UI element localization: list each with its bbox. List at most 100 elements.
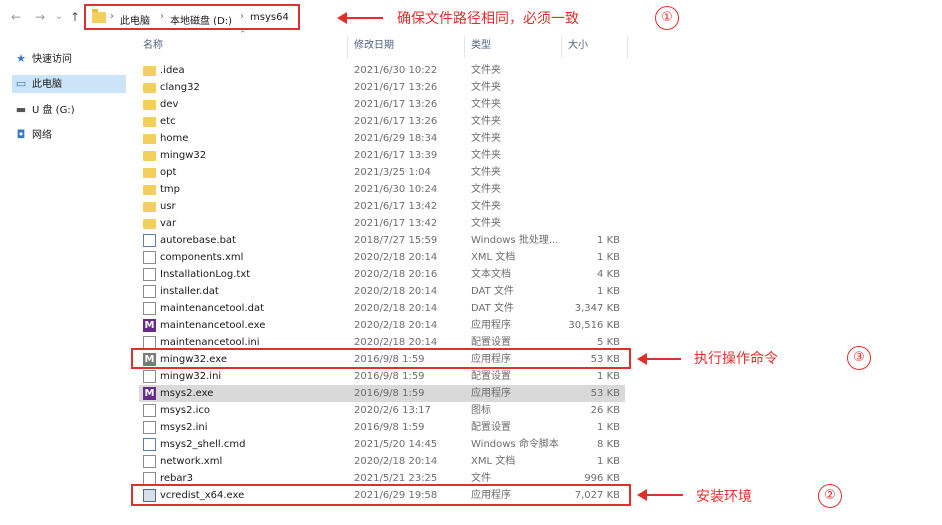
address-toolbar: ← → ⌄ ↑ › 此电脑 › 本地磁盘 (D:) › msys64 确保文件路…	[0, 0, 942, 34]
sidebar-item-this-pc[interactable]: ▭ 此电脑	[12, 75, 126, 93]
file-type: 应用程序	[471, 388, 511, 399]
folder-icon	[92, 9, 106, 23]
file-icon	[143, 251, 156, 264]
file-name: tmp	[160, 184, 181, 195]
file-row[interactable]: Mmaintenancetool.exe 2020/2/18 20:14 应用程序 3…	[139, 317, 625, 334]
file-type: XML 文档	[471, 252, 516, 263]
file-row[interactable]: network.xml 2020/2/18 20:14 XML 文档 1 KB	[139, 453, 625, 470]
address-bar[interactable]: › 此电脑 › 本地磁盘 (D:) › msys64	[84, 4, 300, 30]
column-divider[interactable]	[464, 36, 465, 58]
file-row[interactable]: clang32 2021/6/17 13:26 文件夹	[139, 79, 625, 96]
file-type: 文本文档	[471, 269, 511, 280]
column-divider[interactable]	[347, 36, 348, 58]
file-size: 1 KB	[597, 235, 620, 246]
file-row[interactable]: mingw32.ini 2016/9/8 1:59 配置设置 1 KB	[139, 368, 625, 385]
file-type: 文件夹	[471, 133, 501, 144]
file-date: 2021/6/17 13:42	[354, 218, 438, 229]
file-row[interactable]: .idea 2021/6/30 10:22 文件夹	[139, 62, 625, 79]
file-type: DAT 文件	[471, 286, 514, 297]
column-divider[interactable]	[561, 36, 562, 58]
file-row[interactable]: components.xml 2020/2/18 20:14 XML 文档 1 KB	[139, 249, 625, 266]
file-name: maintenancetool.exe	[160, 320, 266, 331]
breadcrumb-this-pc[interactable]: 此电脑	[120, 12, 150, 27]
file-date: 2020/2/18 20:16	[354, 269, 438, 280]
file-icon	[143, 268, 156, 281]
file-type: 文件夹	[471, 184, 501, 195]
column-header-type[interactable]: 类型	[471, 36, 491, 60]
file-row[interactable]: mingw32 2021/6/17 13:39 文件夹	[139, 147, 625, 164]
recent-locations-button[interactable]: ⌄	[53, 10, 65, 24]
folder-icon	[143, 219, 156, 229]
file-name: msys2.exe	[160, 388, 214, 399]
file-date: 2020/2/18 20:14	[354, 286, 438, 297]
file-icon	[143, 285, 156, 298]
file-name: network.xml	[160, 456, 223, 467]
column-header-size[interactable]: 大小	[568, 36, 588, 60]
file-type: 图标	[471, 405, 491, 416]
file-name: msys2.ini	[160, 422, 208, 433]
breadcrumb-separator: ›	[160, 11, 164, 22]
file-date: 2016/9/8 1:59	[354, 422, 425, 433]
sidebar-item-usb-drive[interactable]: ▬ U 盘 (G:)	[14, 101, 126, 119]
up-button[interactable]: ↑	[69, 10, 81, 24]
file-type: 文件夹	[471, 150, 501, 161]
sidebar-item-quick-access[interactable]: ★ 快速访问	[14, 50, 126, 68]
file-row[interactable]: installer.dat 2020/2/18 20:14 DAT 文件 1 KB	[139, 283, 625, 300]
file-name: dev	[160, 99, 179, 110]
file-row[interactable]: var 2021/6/17 13:42 文件夹	[139, 215, 625, 232]
file-date: 2021/6/17 13:39	[354, 150, 438, 161]
folder-icon	[143, 134, 156, 144]
folder-icon	[143, 100, 156, 110]
file-type: 文件夹	[471, 218, 501, 229]
file-date: 2021/6/17 13:26	[354, 116, 438, 127]
file-row[interactable]: Mmsys2.exe 2016/9/8 1:59 应用程序 53 KB	[139, 385, 625, 402]
sidebar-item-network[interactable]: ◘ 网络	[14, 126, 126, 144]
file-date: 2018/7/27 15:59	[354, 235, 438, 246]
file-size: 53 KB	[590, 388, 620, 399]
file-type: 文件夹	[471, 167, 501, 178]
breadcrumb-separator: ›	[240, 11, 244, 22]
usb-drive-icon: ▬	[15, 103, 27, 116]
file-name: maintenancetool.dat	[160, 303, 265, 314]
file-row[interactable]: msys2_shell.cmd 2021/5/20 14:45 Windows 命令…	[139, 436, 625, 453]
file-row[interactable]: opt 2021/3/25 1:04 文件夹	[139, 164, 625, 181]
annotation-arrow	[337, 12, 383, 24]
file-row[interactable]: msys2.ini 2016/9/8 1:59 配置设置 1 KB	[139, 419, 625, 436]
file-row[interactable]: maintenancetool.dat 2020/2/18 20:14 DAT 文件…	[139, 300, 625, 317]
column-header-name[interactable]: 名称	[143, 36, 163, 60]
file-icon	[143, 455, 156, 468]
file-icon	[143, 302, 156, 315]
breadcrumb-local-disk[interactable]: 本地磁盘 (D:)	[170, 12, 232, 27]
annotation-number-2: ②	[818, 484, 842, 508]
file-row[interactable]: tmp 2021/6/30 10:24 文件夹	[139, 181, 625, 198]
folder-icon	[143, 185, 156, 195]
script-icon	[143, 234, 156, 247]
file-size: 30,516 KB	[568, 320, 620, 331]
sort-ascending-icon: ⌃	[239, 30, 247, 40]
file-row[interactable]: InstallationLog.txt 2020/2/18 20:16 文本文档 4 …	[139, 266, 625, 283]
annotation-install-note: 安装环境	[696, 489, 752, 505]
forward-button[interactable]: →	[34, 10, 46, 24]
folder-icon	[143, 117, 156, 127]
star-icon: ★	[16, 52, 26, 65]
column-divider[interactable]	[627, 36, 628, 58]
file-icon	[143, 404, 156, 417]
file-row[interactable]: usr 2021/6/17 13:42 文件夹	[139, 198, 625, 215]
back-button[interactable]: ←	[10, 10, 22, 24]
file-icon	[143, 421, 156, 434]
file-type: 配置设置	[471, 422, 511, 433]
breadcrumb-msys64[interactable]: msys64	[250, 12, 289, 23]
file-date: 2020/2/18 20:14	[354, 456, 438, 467]
file-date: 2020/2/6 13:17	[354, 405, 431, 416]
file-name: autorebase.bat	[160, 235, 236, 246]
file-row[interactable]: etc 2021/6/17 13:26 文件夹	[139, 113, 625, 130]
column-header-date[interactable]: 修改日期	[354, 36, 394, 60]
sidebar-item-label: 此电脑	[32, 79, 62, 90]
file-date: 2016/9/8 1:59	[354, 388, 425, 399]
file-type: Windows 命令脚本	[471, 439, 559, 450]
file-row[interactable]: msys2.ico 2020/2/6 13:17 图标 26 KB	[139, 402, 625, 419]
file-row[interactable]: autorebase.bat 2018/7/27 15:59 Windows 批处理…	[139, 232, 625, 249]
file-row[interactable]: home 2021/6/29 18:34 文件夹	[139, 130, 625, 147]
file-row[interactable]: dev 2021/6/17 13:26 文件夹	[139, 96, 625, 113]
navigation-pane: ★ 快速访问 ▭ 此电脑 ▬ U 盘 (G:) ◘ 网络	[0, 44, 128, 525]
